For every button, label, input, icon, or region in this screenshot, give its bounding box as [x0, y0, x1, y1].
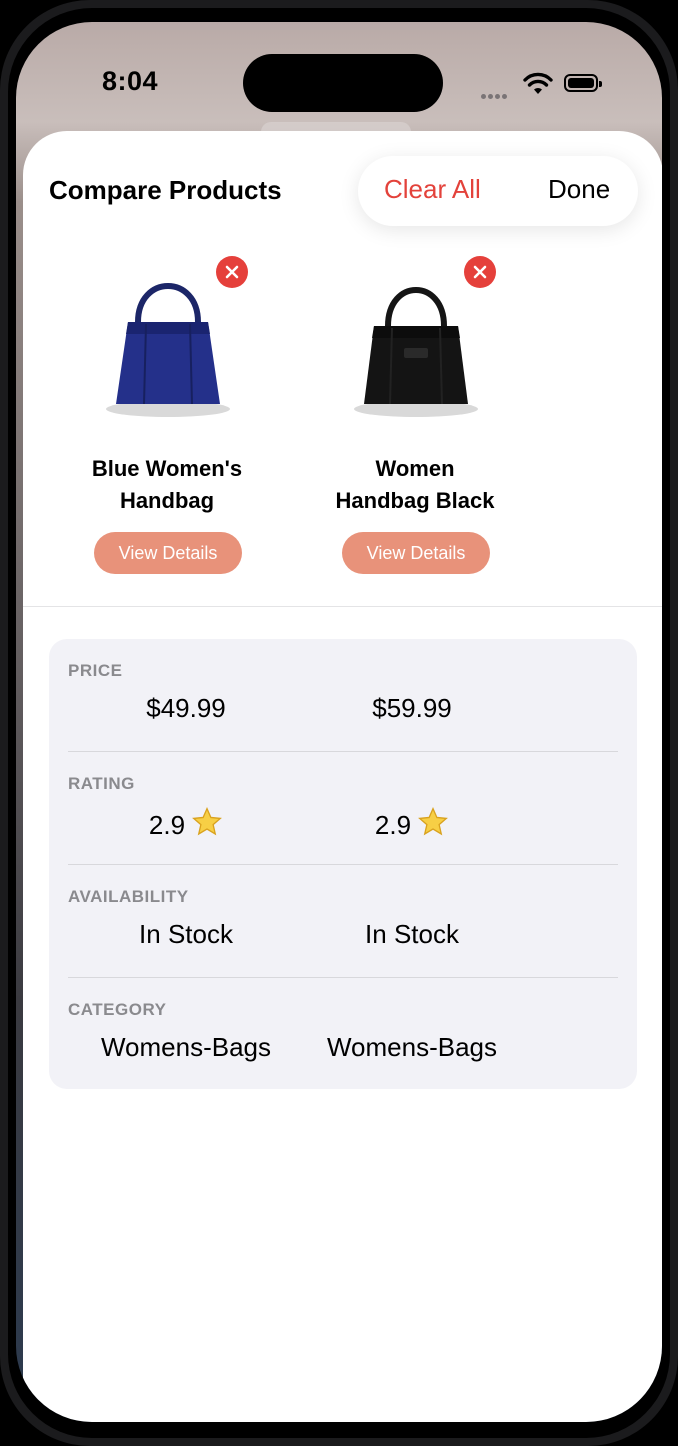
- done-button[interactable]: Done: [548, 174, 610, 205]
- rating-number: 2.9: [148, 810, 186, 840]
- price-value: $49.99: [146, 693, 226, 723]
- toolbar-actions: Clear All Done: [358, 156, 638, 226]
- category-value: Womens-Bags: [100, 1032, 272, 1062]
- divider: [23, 606, 662, 607]
- remove-product-button[interactable]: [464, 256, 496, 288]
- availability-value: In Stock: [365, 919, 459, 949]
- row-label: RATING: [68, 774, 135, 793]
- product-card: Women Handbag Black View Details: [300, 246, 530, 576]
- comparison-row-price: PRICE $49.99 $59.99: [68, 639, 618, 752]
- status-time: 8:04: [102, 66, 159, 96]
- dynamic-island: [243, 54, 443, 112]
- product-name: Blue Women's Handbag: [91, 456, 243, 513]
- clear-all-button[interactable]: Clear All: [384, 174, 481, 205]
- view-details-button[interactable]: View Details: [94, 532, 242, 574]
- row-label: AVAILABILITY: [68, 887, 189, 906]
- sheet-title: Compare Products: [49, 175, 282, 205]
- battery-icon: [564, 74, 602, 92]
- product-name: Women Handbag Black: [335, 456, 495, 513]
- close-icon: [225, 265, 239, 279]
- device-bezel: 8:04 Compare Products Clear All Done Blu…: [8, 8, 670, 1438]
- row-label: PRICE: [68, 661, 123, 680]
- signal-icon: [481, 86, 509, 104]
- comparison-row-category: CATEGORY Womens-Bags Womens-Bags: [68, 978, 618, 1091]
- comparison-row-availability: AVAILABILITY In Stock In Stock: [68, 865, 618, 978]
- device-frame: 8:04 Compare Products Clear All Done Blu…: [0, 0, 678, 1446]
- star-icon: [192, 807, 223, 836]
- availability-value: In Stock: [139, 919, 233, 949]
- remove-product-button[interactable]: [216, 256, 248, 288]
- category-value: Womens-Bags: [326, 1032, 498, 1062]
- view-details-button[interactable]: View Details: [342, 532, 490, 574]
- product-card: Blue Women's Handbag View Details: [52, 246, 282, 576]
- screen: 8:04 Compare Products Clear All Done Blu…: [16, 22, 662, 1422]
- rating-value: 2.9: [81, 806, 291, 841]
- price-value: $59.99: [372, 693, 452, 723]
- row-label: CATEGORY: [68, 1000, 167, 1019]
- rating-number: 2.9: [374, 810, 412, 840]
- star-icon: [418, 807, 449, 836]
- rating-value: 2.9: [307, 806, 517, 841]
- status-icons: [481, 72, 611, 99]
- close-icon: [473, 265, 487, 279]
- comparison-table: PRICE $49.99 $59.99 RATING 2.9 2.9 AVAIL…: [49, 639, 637, 1089]
- compare-sheet: Compare Products Clear All Done Blue Wom…: [23, 131, 662, 1422]
- comparison-row-rating: RATING 2.9 2.9: [68, 752, 618, 865]
- wifi-icon: [523, 72, 553, 94]
